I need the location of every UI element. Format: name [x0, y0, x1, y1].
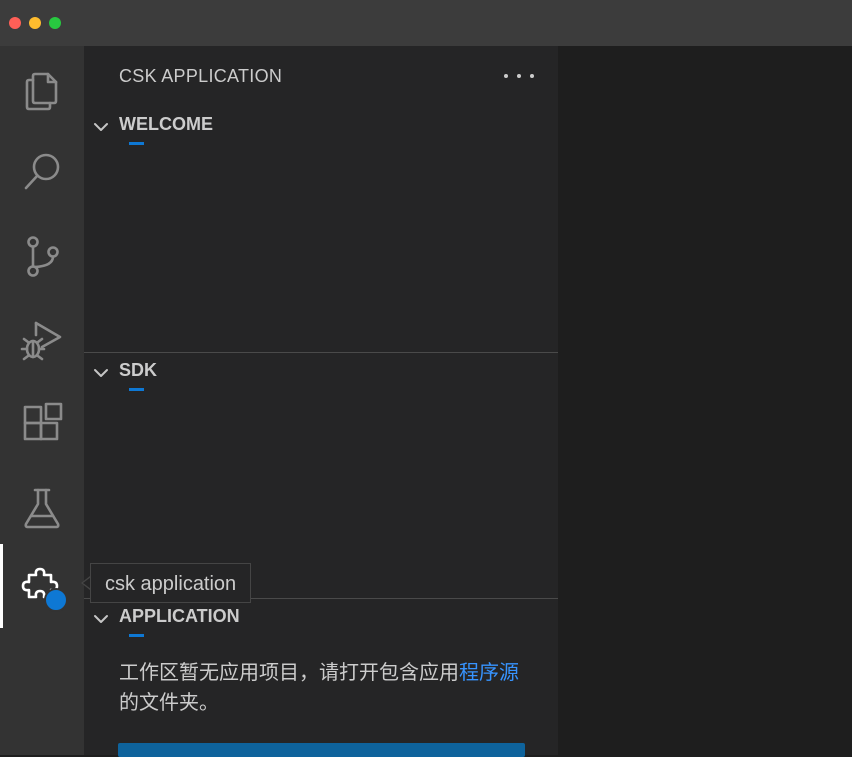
ellipsis-icon: [504, 74, 508, 78]
activity-extensions[interactable]: [0, 382, 84, 466]
activity-source-control[interactable]: [0, 214, 84, 298]
section-focus-indicator: [129, 634, 144, 637]
extensions-icon: [23, 402, 63, 441]
section-title: WELCOME: [119, 114, 213, 134]
activity-tooltip: csk application: [90, 563, 252, 603]
section-focus-indicator: [129, 142, 144, 145]
chevron-down-icon: [94, 369, 108, 377]
sidebar-title: CSK APPLICATION: [119, 66, 283, 86]
files-icon: [25, 72, 58, 111]
message-text: 工作区暂无应用项目，请打开包含应用: [119, 662, 459, 684]
section-application-header[interactable]: APPLICATION: [84, 606, 558, 637]
zoom-window-button[interactable]: [49, 17, 61, 29]
activity-testing[interactable]: [0, 466, 84, 550]
chevron-down-icon: [94, 123, 108, 131]
beaker-icon: [24, 488, 60, 529]
open-source-folder-link[interactable]: 程序源: [459, 662, 519, 684]
activity-bar: [0, 46, 84, 755]
message-suffix: 的文件夹。: [119, 692, 219, 714]
search-icon: [24, 153, 60, 190]
sidebar: CSK APPLICATION WELCOME SDK APPLICATION …: [84, 46, 558, 757]
minimize-window-button[interactable]: [29, 17, 41, 29]
editor-area: [558, 46, 852, 755]
section-title: SDK: [119, 360, 158, 380]
run-debug-icon: [20, 321, 62, 361]
activity-run-and-debug[interactable]: [0, 298, 84, 382]
activity-explorer[interactable]: [0, 46, 84, 130]
activity-csk-application[interactable]: [0, 544, 84, 628]
section-sdk-header[interactable]: SDK: [84, 360, 558, 391]
ellipsis-dot: [517, 74, 521, 78]
chevron-down-icon: [94, 615, 108, 623]
more-actions-button[interactable]: [504, 66, 534, 86]
ellipsis-dot: [530, 74, 534, 78]
title-bar: [0, 0, 852, 46]
activity-search[interactable]: [0, 130, 84, 214]
section-focus-indicator: [129, 388, 144, 391]
section-divider[interactable]: [84, 352, 558, 353]
activity-badge: [44, 588, 68, 612]
application-empty-message: 工作区暂无应用项目，请打开包含应用程序源的文件夹。: [119, 658, 529, 718]
section-title: APPLICATION: [119, 606, 240, 626]
close-window-button[interactable]: [9, 17, 21, 29]
section-welcome-header[interactable]: WELCOME: [84, 114, 558, 145]
source-control-icon: [27, 236, 59, 277]
